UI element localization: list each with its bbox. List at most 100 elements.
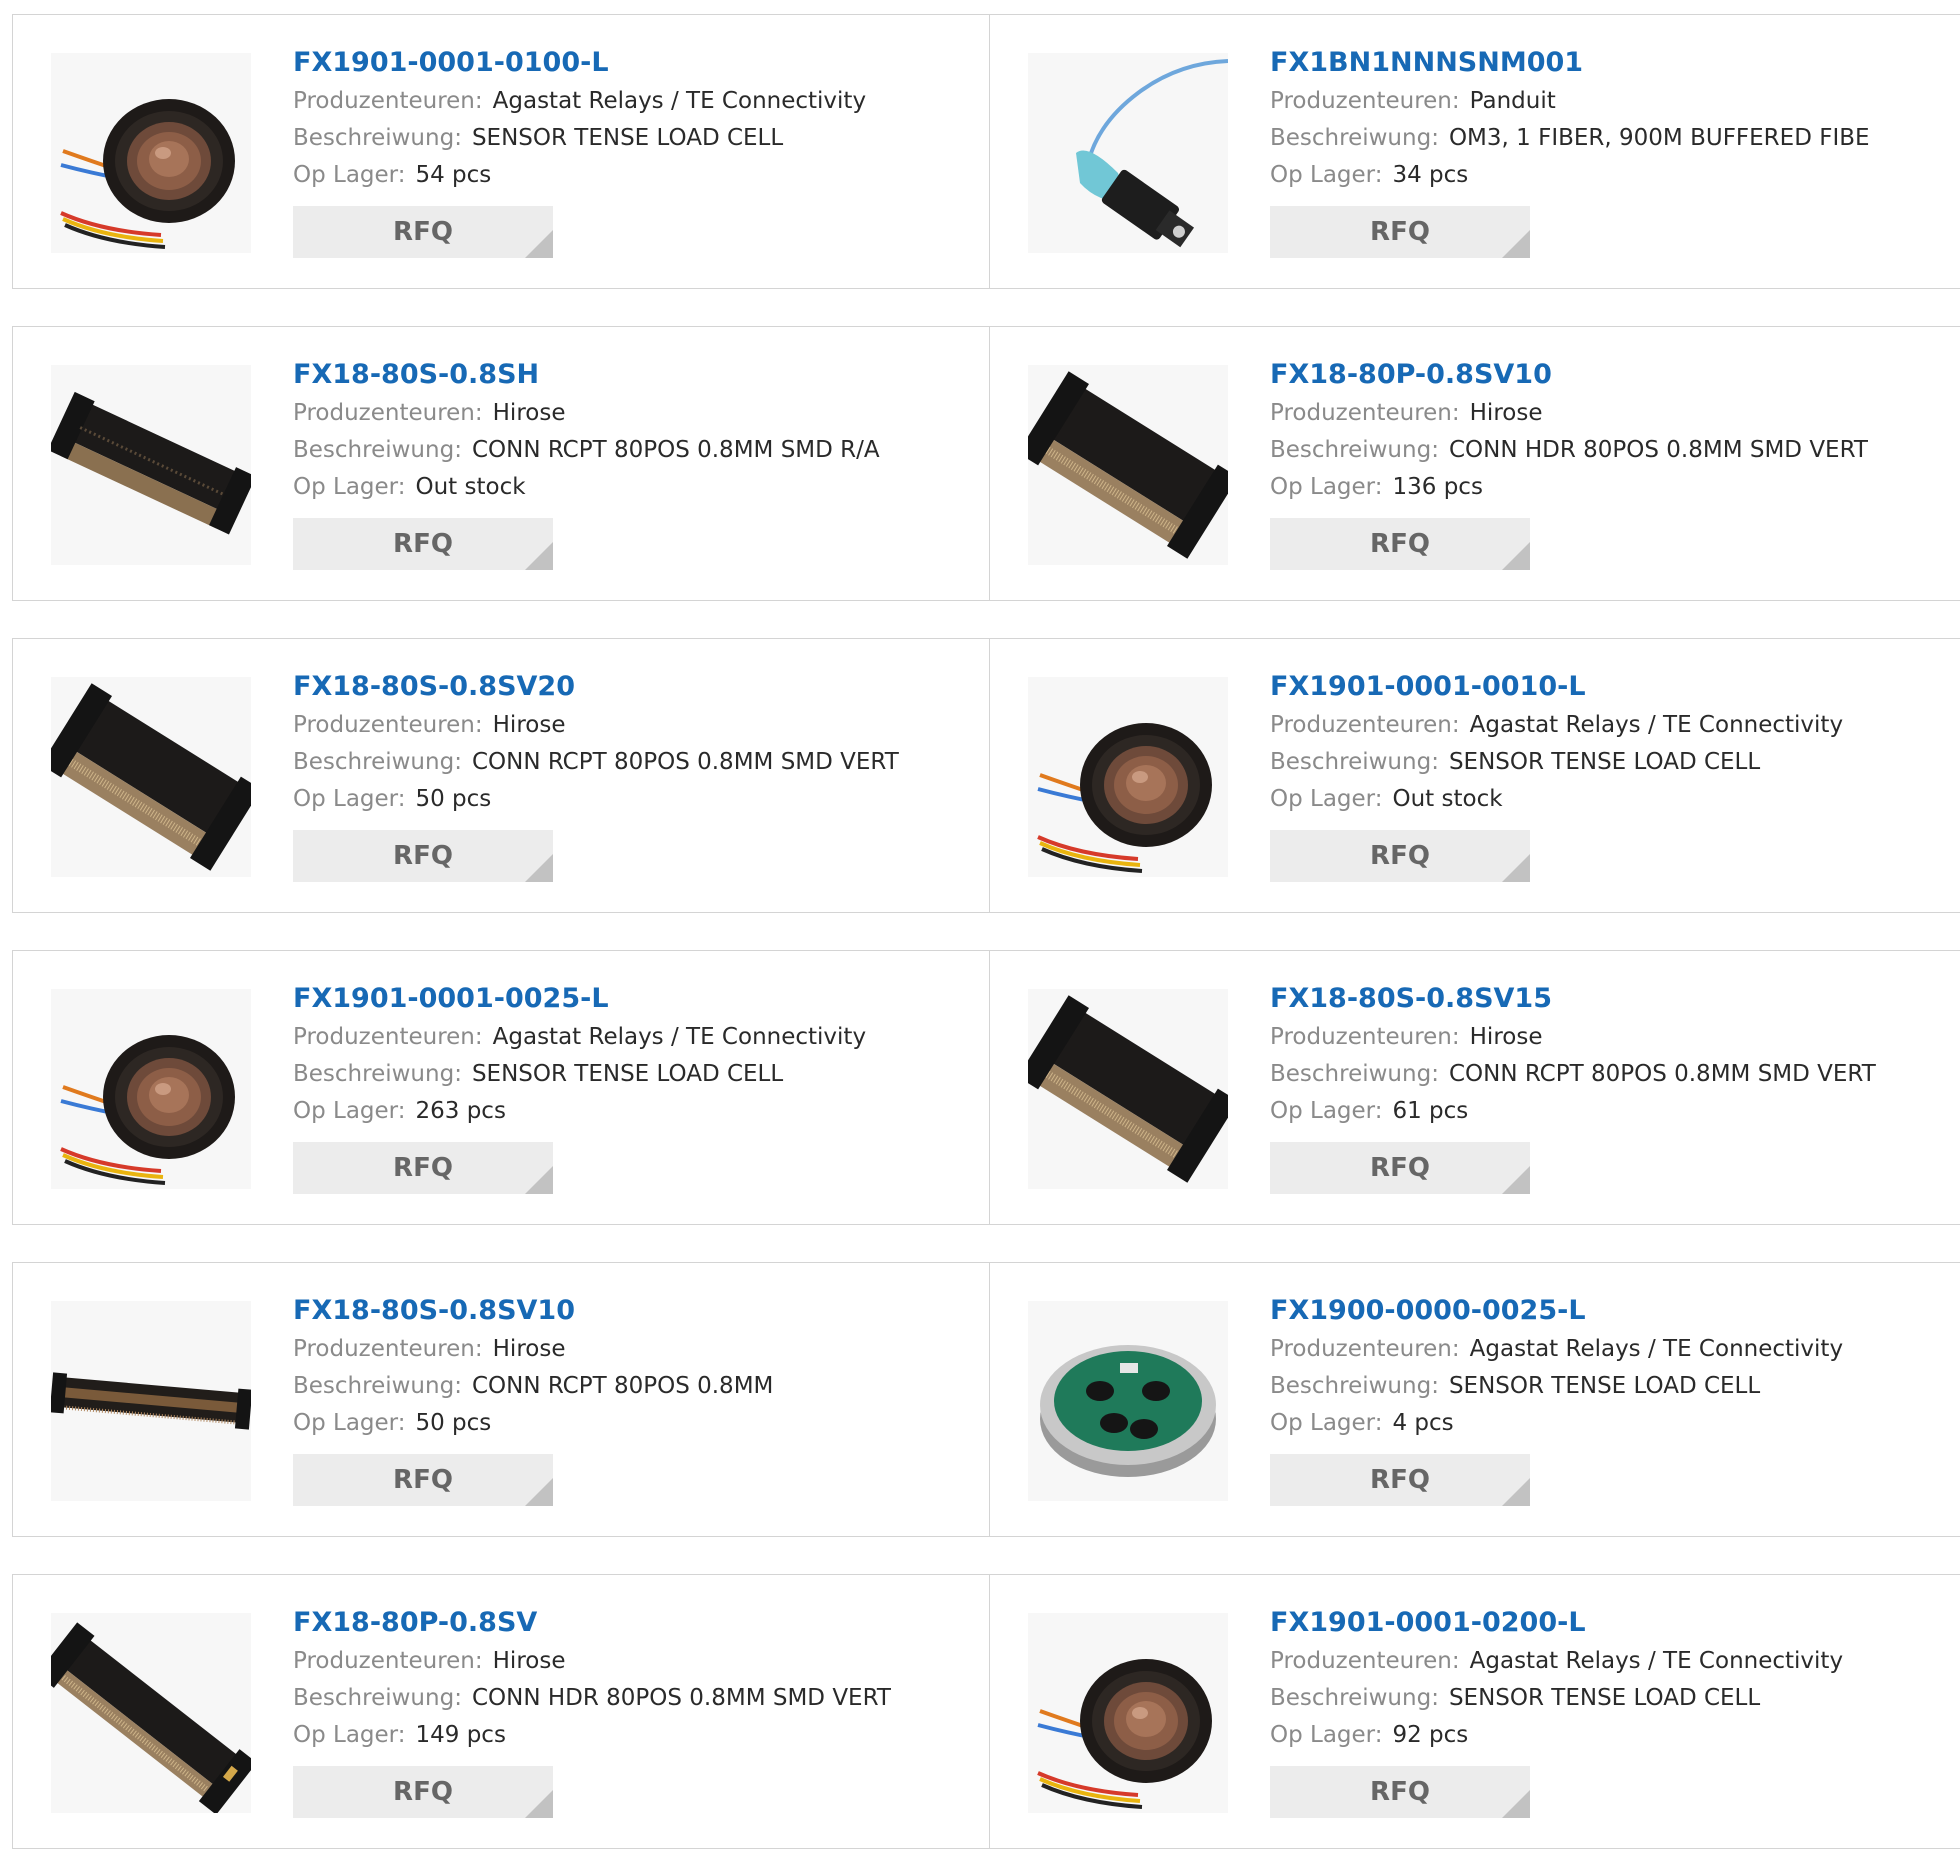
part-number-link[interactable]: FX18-80S-0.8SV15: [1270, 979, 1950, 1019]
load-cell-image: [51, 53, 251, 253]
product-info: FX1900-0000-0025-L Produzenteuren: Agasta…: [1270, 1291, 1950, 1506]
product-image[interactable]: [1028, 1613, 1228, 1813]
rfq-button[interactable]: RFQ: [293, 1766, 553, 1818]
rfq-button[interactable]: RFQ: [293, 830, 553, 882]
product-info: FX1BN1NNNSNM001 Produzenteuren: Panduit B…: [1270, 43, 1950, 258]
stock-value: 4 pcs: [1392, 1410, 1454, 1436]
manufacturer-value: Agastat Relays / TE Connectivity: [492, 1024, 867, 1050]
product-row: FX18-80S-0.8SH Produzenteuren: Hirose Bes…: [12, 326, 1960, 601]
product-image[interactable]: [1028, 677, 1228, 877]
part-number-link[interactable]: FX18-80P-0.8SV10: [1270, 355, 1950, 395]
description-value: SENSOR TENSE LOAD CELL: [471, 1061, 784, 1087]
description-line: Beschreiwung: CONN RCPT 80POS 0.8MM: [293, 1368, 973, 1405]
product-image[interactable]: [1028, 1301, 1228, 1501]
product-card: FX18-80S-0.8SV10 Produzenteuren: Hirose B…: [13, 1263, 990, 1536]
description-label: Beschreiwung:: [293, 1061, 462, 1087]
corner-triangle-icon: [1502, 1478, 1530, 1506]
rfq-button[interactable]: RFQ: [1270, 830, 1530, 882]
part-number-link[interactable]: FX1901-0001-0100-L: [293, 43, 973, 83]
manufacturer-line: Produzenteuren: Agastat Relays / TE Conne…: [293, 1019, 973, 1056]
stock-value: 54 pcs: [415, 162, 492, 188]
description-value: CONN RCPT 80POS 0.8MM SMD VERT: [471, 749, 899, 775]
stock-label: Op Lager:: [293, 1722, 406, 1748]
rfq-label: RFQ: [1370, 1465, 1430, 1495]
product-image[interactable]: [51, 989, 251, 1189]
description-label: Beschreiwung:: [1270, 1685, 1439, 1711]
rfq-button[interactable]: RFQ: [293, 518, 553, 570]
manufacturer-label: Produzenteuren:: [1270, 88, 1460, 114]
part-number-link[interactable]: FX1901-0001-0200-L: [1270, 1603, 1950, 1643]
description-label: Beschreiwung:: [293, 1373, 462, 1399]
description-line: Beschreiwung: SENSOR TENSE LOAD CELL: [1270, 744, 1950, 781]
description-line: Beschreiwung: SENSOR TENSE LOAD CELL: [1270, 1680, 1950, 1717]
description-line: Beschreiwung: OM3, 1 FIBER, 900M BUFFERED…: [1270, 120, 1950, 157]
product-grid: FX1901-0001-0100-L Produzenteuren: Agasta…: [0, 0, 1960, 1849]
rfq-button[interactable]: RFQ: [293, 206, 553, 258]
description-value: CONN HDR 80POS 0.8MM SMD VERT: [471, 1685, 891, 1711]
part-number-link[interactable]: FX18-80S-0.8SV20: [293, 667, 973, 707]
product-image[interactable]: [1028, 365, 1228, 565]
part-number-link[interactable]: FX18-80S-0.8SH: [293, 355, 973, 395]
stock-value: 61 pcs: [1392, 1098, 1469, 1124]
product-image[interactable]: [51, 53, 251, 253]
rfq-button[interactable]: RFQ: [1270, 1142, 1530, 1194]
product-image[interactable]: [51, 677, 251, 877]
rfq-button[interactable]: RFQ: [293, 1454, 553, 1506]
manufacturer-label: Produzenteuren:: [1270, 712, 1460, 738]
stock-value: 50 pcs: [415, 1410, 492, 1436]
product-info: FX18-80S-0.8SV15 Produzenteuren: Hirose B…: [1270, 979, 1950, 1194]
rfq-button[interactable]: RFQ: [293, 1142, 553, 1194]
manufacturer-label: Produzenteuren:: [293, 88, 483, 114]
part-number-link[interactable]: FX1901-0001-0010-L: [1270, 667, 1950, 707]
description-line: Beschreiwung: SENSOR TENSE LOAD CELL: [1270, 1368, 1950, 1405]
corner-triangle-icon: [1502, 1166, 1530, 1194]
stock-label: Op Lager:: [1270, 474, 1383, 500]
stock-line: Op Lager: 50 pcs: [293, 1405, 973, 1442]
connector-vert-image: [1028, 989, 1228, 1189]
stock-line: Op Lager: 136 pcs: [1270, 469, 1950, 506]
fiber-connector-image: [1028, 53, 1228, 253]
load-cell-image: [1028, 1613, 1228, 1813]
manufacturer-line: Produzenteuren: Agastat Relays / TE Conne…: [293, 83, 973, 120]
stock-label: Op Lager:: [1270, 786, 1383, 812]
product-image[interactable]: [1028, 989, 1228, 1189]
product-info: FX1901-0001-0010-L Produzenteuren: Agasta…: [1270, 667, 1950, 882]
description-label: Beschreiwung:: [1270, 749, 1439, 775]
product-info: FX1901-0001-0025-L Produzenteuren: Agasta…: [293, 979, 973, 1194]
description-line: Beschreiwung: CONN HDR 80POS 0.8MM SMD VE…: [293, 1680, 973, 1717]
corner-triangle-icon: [525, 230, 553, 258]
part-number-link[interactable]: FX1900-0000-0025-L: [1270, 1291, 1950, 1331]
rfq-button[interactable]: RFQ: [1270, 518, 1530, 570]
product-image[interactable]: [51, 1613, 251, 1813]
part-number-link[interactable]: FX1BN1NNNSNM001: [1270, 43, 1950, 83]
rfq-button[interactable]: RFQ: [1270, 1454, 1530, 1506]
description-label: Beschreiwung:: [293, 437, 462, 463]
manufacturer-value: Agastat Relays / TE Connectivity: [1469, 1648, 1844, 1674]
connector-diag-image: [51, 1613, 251, 1813]
rfq-button[interactable]: RFQ: [1270, 1766, 1530, 1818]
stock-label: Op Lager:: [293, 1410, 406, 1436]
stock-line: Op Lager: 61 pcs: [1270, 1093, 1950, 1130]
part-number-link[interactable]: FX18-80P-0.8SV: [293, 1603, 973, 1643]
product-info: FX18-80P-0.8SV Produzenteuren: Hirose Bes…: [293, 1603, 973, 1818]
rfq-label: RFQ: [393, 1465, 453, 1495]
product-image[interactable]: [51, 1301, 251, 1501]
connector-vert-image: [1028, 365, 1228, 565]
connector-ra-image: [51, 365, 251, 565]
part-number-link[interactable]: FX1901-0001-0025-L: [293, 979, 973, 1019]
product-card: FX18-80S-0.8SH Produzenteuren: Hirose Bes…: [13, 327, 990, 600]
manufacturer-line: Produzenteuren: Hirose: [293, 707, 973, 744]
manufacturer-label: Produzenteuren:: [1270, 1024, 1460, 1050]
product-card: FX18-80S-0.8SV15 Produzenteuren: Hirose B…: [990, 951, 1960, 1224]
product-info: FX18-80P-0.8SV10 Produzenteuren: Hirose B…: [1270, 355, 1950, 570]
rfq-button[interactable]: RFQ: [1270, 206, 1530, 258]
description-value: CONN RCPT 80POS 0.8MM SMD VERT: [1448, 1061, 1876, 1087]
part-number-link[interactable]: FX18-80S-0.8SV10: [293, 1291, 973, 1331]
product-image[interactable]: [51, 365, 251, 565]
manufacturer-label: Produzenteuren:: [293, 1024, 483, 1050]
manufacturer-value: Agastat Relays / TE Connectivity: [492, 88, 867, 114]
description-line: Beschreiwung: CONN HDR 80POS 0.8MM SMD VE…: [1270, 432, 1950, 469]
product-image[interactable]: [1028, 53, 1228, 253]
manufacturer-value: Agastat Relays / TE Connectivity: [1469, 1336, 1844, 1362]
rfq-label: RFQ: [393, 841, 453, 871]
